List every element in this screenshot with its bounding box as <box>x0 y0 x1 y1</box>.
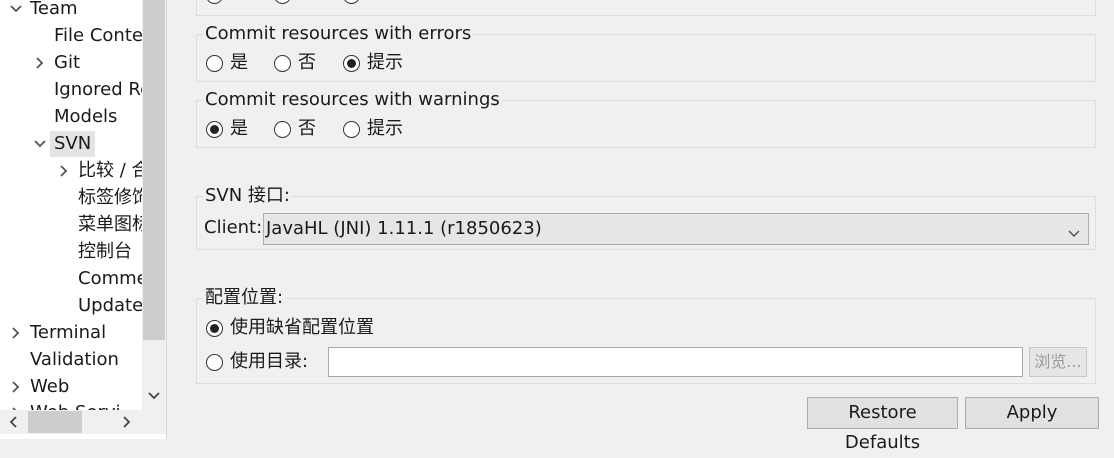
tree-item-terminal[interactable]: Terminal <box>0 320 142 346</box>
radio-label: 使用缺省配置位置 <box>230 317 374 338</box>
panel-divider[interactable] <box>166 0 179 439</box>
chevron-right-icon[interactable] <box>56 158 70 184</box>
chevron-down-icon <box>1068 223 1080 244</box>
chevron-right-icon[interactable] <box>8 374 22 400</box>
tree-horizontal-scroll-thumb[interactable] <box>28 411 82 433</box>
scroll-right-icon[interactable] <box>118 414 134 430</box>
radio-label: 否 <box>298 118 316 139</box>
chevron-right-icon[interactable] <box>8 320 22 346</box>
tree-item-label: 比较 / 合 <box>78 160 150 181</box>
chevron-down-icon[interactable] <box>32 131 46 157</box>
radio-top-prompt[interactable] <box>343 0 360 4</box>
group-title: Commit resources with warnings <box>203 89 502 111</box>
tree-item-label: 菜单图标 <box>78 214 150 235</box>
tree-item-label: Web <box>30 376 70 397</box>
tree-item-label-decorations[interactable]: 标签修饰 <box>0 185 150 211</box>
radio-label: 否 <box>298 52 316 73</box>
tree-item-label: 控制台 <box>78 241 132 262</box>
tree-horizontal-scrollbar[interactable] <box>0 410 166 434</box>
radio-use-directory[interactable] <box>206 354 223 371</box>
radio-warnings-no[interactable] <box>274 121 291 138</box>
tree-item-label: Team <box>30 0 78 19</box>
svn-interface-group: SVN 接口: Client: JavaHL (JNI) 1.11.1 (r18… <box>196 185 1096 250</box>
tree-item-file-content[interactable]: File Conte <box>0 23 143 49</box>
radio-label: 使用目录: <box>230 351 309 372</box>
tree-item-label: Git <box>54 52 81 73</box>
radio-top-no[interactable] <box>274 0 291 4</box>
radio-label: 否 <box>298 0 316 3</box>
tree-item-label: Comme <box>78 268 148 289</box>
radio-label: 是 <box>230 118 248 139</box>
chevron-right-icon[interactable] <box>32 50 46 76</box>
client-label: Client: <box>204 217 263 238</box>
commit-warnings-group: Commit resources with warnings 是 否 提示 <box>196 89 1096 148</box>
tree-item-compare-merge[interactable]: 比较 / 合 <box>0 158 150 184</box>
tree-item-web[interactable]: Web <box>0 374 142 400</box>
config-directory-input[interactable] <box>328 347 1023 377</box>
tree-item-console[interactable]: 控制台 <box>0 239 142 265</box>
tree-item-label: Terminal <box>30 322 107 343</box>
restore-defaults-button[interactable]: Restore Defaults <box>807 397 958 453</box>
tree-item-validation[interactable]: Validation <box>0 347 142 373</box>
chevron-down-icon[interactable] <box>8 0 22 22</box>
group-title: SVN 接口: <box>203 185 292 207</box>
radio-use-default-config[interactable] <box>206 320 223 337</box>
tree-item-label: Models <box>54 106 118 127</box>
commit-errors-group: Commit resources with errors 是 否 提示 <box>196 23 1096 82</box>
radio-label: 提示 <box>367 118 403 139</box>
scroll-left-icon[interactable] <box>6 414 22 430</box>
tree-item-models[interactable]: Models <box>0 104 142 130</box>
tree-item-update[interactable]: Update <box>0 293 144 319</box>
radio-top-yes[interactable] <box>206 0 223 4</box>
group-title: 配置位置: <box>203 287 286 309</box>
tree-item-ignored-resources[interactable]: Ignored Re <box>0 77 151 103</box>
radio-label: 是 <box>230 52 248 73</box>
config-location-group: 配置位置: 使用缺省配置位置 使用目录: 浏览... <box>196 287 1096 384</box>
radio-errors-no[interactable] <box>274 55 291 72</box>
scroll-down-icon[interactable] <box>146 388 162 404</box>
tree-item-label: 标签修饰 <box>78 187 150 208</box>
tree-item-team[interactable]: Team <box>0 0 142 22</box>
tree-item-svn[interactable]: SVN <box>0 131 142 157</box>
group-title: Commit resources with errors <box>203 23 474 45</box>
tree-vertical-scroll-thumb[interactable] <box>143 0 165 340</box>
tree-item-label: Ignored Re <box>54 79 152 100</box>
radio-label: 提示 <box>367 0 403 3</box>
browse-button[interactable]: 浏览... <box>1029 347 1087 377</box>
apply-button[interactable]: Apply <box>965 397 1099 429</box>
tree-item-label: File Conte <box>54 25 143 46</box>
tree-item-comment[interactable]: Comme <box>0 266 148 292</box>
tree-item-label: SVN <box>50 131 96 157</box>
commit-option-group-partial: 是 否 提示 <box>196 0 1096 16</box>
tree-item-menu-icons[interactable]: 菜单图标 <box>0 212 150 238</box>
radio-errors-prompt[interactable] <box>343 55 360 72</box>
radio-label: 提示 <box>367 52 403 73</box>
tree-item-git[interactable]: Git <box>0 50 142 76</box>
radio-warnings-yes[interactable] <box>206 121 223 138</box>
tree-item-label: Validation <box>30 349 119 370</box>
svn-client-value: JavaHL (JNI) 1.11.1 (r1850623) <box>266 218 542 239</box>
radio-warnings-prompt[interactable] <box>343 121 360 138</box>
radio-label: 是 <box>230 0 248 3</box>
radio-errors-yes[interactable] <box>206 55 223 72</box>
svn-client-select[interactable]: JavaHL (JNI) 1.11.1 (r1850623) <box>263 213 1089 245</box>
tree-item-label: Update <box>78 295 144 316</box>
